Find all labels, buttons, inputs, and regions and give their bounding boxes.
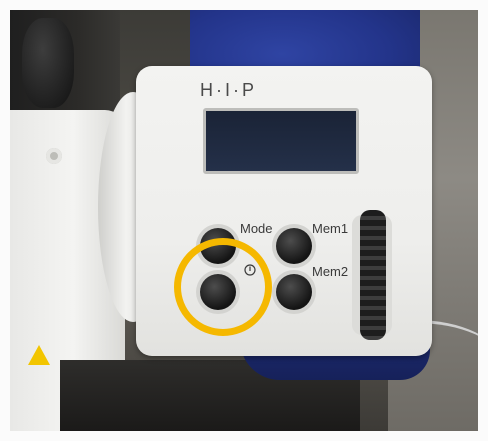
thumb-wheel[interactable] xyxy=(360,210,386,340)
border-top xyxy=(0,0,488,10)
highlight-circle xyxy=(174,238,272,336)
hip-logo: H·I·P xyxy=(200,80,257,100)
mem1-label: Mem1 xyxy=(312,221,349,236)
mode-label: Mode xyxy=(240,221,273,236)
border-bottom xyxy=(0,431,488,441)
focus-knob xyxy=(22,18,74,108)
screw xyxy=(46,148,62,164)
mem2-label: Mem2 xyxy=(312,264,349,279)
mem2-button[interactable] xyxy=(276,274,312,310)
lcd-display xyxy=(203,108,359,174)
photo: H·I·P Mode Mem1 Mem2 xyxy=(0,0,488,441)
border-left xyxy=(0,0,10,441)
border-right xyxy=(478,0,488,441)
mode-button[interactable] xyxy=(276,228,312,264)
